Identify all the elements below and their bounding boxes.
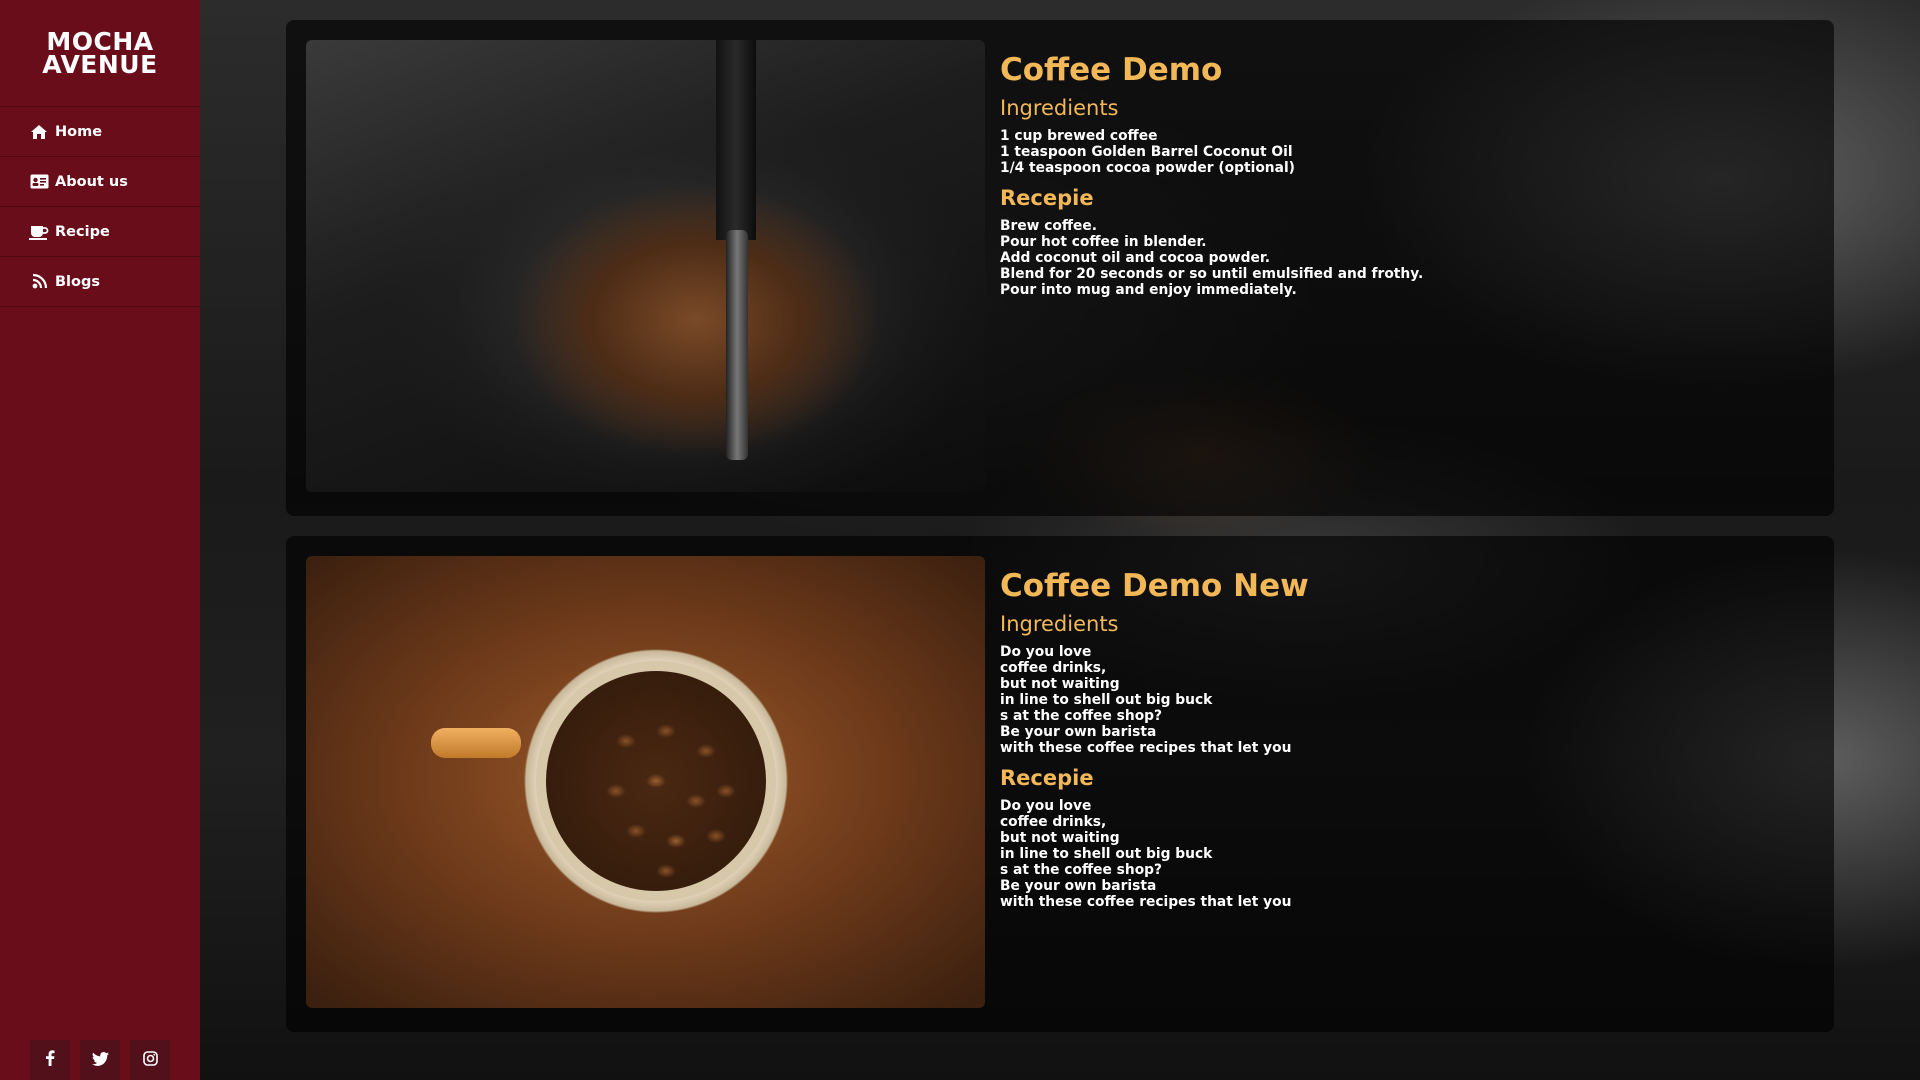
instagram-button[interactable] (130, 1040, 170, 1080)
ingredient-line: 1/4 teaspoon cocoa powder (optional) (1000, 160, 1295, 176)
twitter-button[interactable] (80, 1040, 120, 1080)
ingredient-line: with these coffee recipes that let you (1000, 740, 1292, 756)
recipe-step: coffee drinks, (1000, 814, 1107, 830)
sidebar: MOCHA AVENUE Home About us Recipe Blogs (0, 0, 200, 1080)
instagram-icon (142, 1050, 158, 1070)
ingredients-heading: Ingredients (1000, 96, 1119, 120)
recipe-heading: Recepie (1000, 186, 1094, 210)
social-links (30, 1040, 170, 1080)
recipe-steps: Do you love coffee drinks, but not waiti… (1000, 798, 1800, 910)
recipe-heading: Recepie (1000, 766, 1094, 790)
sidebar-item-label: About us (55, 173, 128, 190)
recipe-step: Brew coffee. (1000, 218, 1098, 234)
ingredients-list: Do you love coffee drinks, but not waiti… (1000, 644, 1800, 756)
recipe-step: Pour into mug and enjoy immediately. (1000, 282, 1297, 298)
recipe-step: s at the coffee shop? (1000, 862, 1163, 878)
coffee-cup-icon (29, 223, 49, 241)
ingredient-line: in line to shell out big buck (1000, 692, 1213, 708)
blog-icon (29, 273, 49, 291)
sidebar-item-label: Blogs (55, 273, 100, 290)
brand-line-2: AVENUE (42, 50, 158, 79)
ingredients-heading: Ingredients (1000, 612, 1119, 636)
recipe-title: Coffee Demo New (1000, 568, 1309, 604)
recipe-step: Be your own barista (1000, 878, 1157, 894)
id-card-icon (29, 173, 49, 191)
facebook-icon (45, 1050, 55, 1070)
sidebar-item-about-us[interactable]: About us (0, 157, 200, 207)
sidebar-item-recipe[interactable]: Recipe (0, 207, 200, 257)
ingredient-line: 1 cup brewed coffee (1000, 128, 1158, 144)
recipe-step: with these coffee recipes that let you (1000, 894, 1292, 910)
recipe-image-coffee-roaster (306, 40, 985, 492)
ingredients-list: 1 cup brewed coffee 1 teaspoon Golden Ba… (1000, 128, 1800, 176)
sidebar-item-blogs[interactable]: Blogs (0, 257, 200, 307)
ingredient-line: coffee drinks, (1000, 660, 1107, 676)
ingredient-line: 1 teaspoon Golden Barrel Coconut Oil (1000, 144, 1293, 160)
recipe-card: Coffee Demo Ingredients 1 cup brewed cof… (286, 20, 1834, 516)
recipe-step: Blend for 20 seconds or so until emulsif… (1000, 266, 1424, 282)
recipe-title: Coffee Demo (1000, 52, 1223, 88)
recipe-card: Coffee Demo New Ingredients Do you love … (286, 536, 1834, 1032)
facebook-button[interactable] (30, 1040, 70, 1080)
sidebar-item-label: Home (55, 123, 103, 140)
ingredient-line: Be your own barista (1000, 724, 1157, 740)
recipe-step: Add coconut oil and cocoa powder. (1000, 250, 1270, 266)
ingredient-line: Do you love (1000, 644, 1092, 660)
recipe-details: Coffee Demo New Ingredients Do you love … (1000, 566, 1800, 910)
recipe-step: but not waiting (1000, 830, 1120, 846)
recipe-step: Do you love (1000, 798, 1092, 814)
twitter-icon (91, 1051, 109, 1070)
ingredient-line: s at the coffee shop? (1000, 708, 1163, 724)
brand-logo[interactable]: MOCHA AVENUE (0, 0, 200, 107)
sidebar-item-home[interactable]: Home (0, 107, 200, 157)
recipe-steps: Brew coffee. Pour hot coffee in blender.… (1000, 218, 1800, 298)
recipe-image-coffee-cup (306, 556, 985, 1008)
sidebar-item-label: Recipe (55, 223, 110, 240)
recipe-step: Pour hot coffee in blender. (1000, 234, 1207, 250)
ingredient-line: but not waiting (1000, 676, 1120, 692)
home-icon (29, 123, 49, 141)
recipe-step: in line to shell out big buck (1000, 846, 1213, 862)
recipe-details: Coffee Demo Ingredients 1 cup brewed cof… (1000, 50, 1800, 298)
